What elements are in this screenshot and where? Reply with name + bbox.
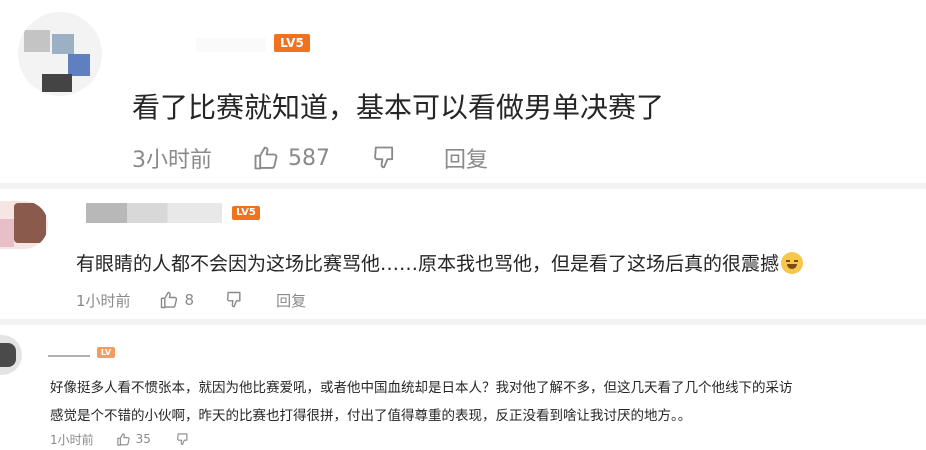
level-badge: LV5 <box>232 206 260 220</box>
timestamp: 1小时前 <box>76 291 131 310</box>
timestamp: 3小时前 <box>132 148 212 173</box>
avatar[interactable] <box>0 335 22 375</box>
thumbs-up-icon <box>160 291 177 309</box>
like-button[interactable]: 8 <box>159 290 195 310</box>
thumbs-down-icon <box>227 291 241 308</box>
avatar[interactable] <box>18 12 102 96</box>
dislike-button[interactable] <box>175 432 190 447</box>
thumbs-up-icon <box>254 146 278 170</box>
comment-text-line-1: 好像挺多人看不惯张本，就因为他比赛爱吼，或者他中国血统却是日本人？我对他了解不多… <box>50 380 793 396</box>
comment-text-line-2: 感觉是个不错的小伙啊，昨天的比赛也打得很拼，付出了值得尊重的表现，反正没看到啥让… <box>50 408 692 424</box>
comment-card-3: LV 好像挺多人看不惯张本，就因为他比赛爱吼，或者他中国血统却是日本人？我对他了… <box>0 325 926 450</box>
reply-button[interactable]: 回复 <box>444 142 488 174</box>
comment-meta: 3小时前 587 回复 <box>132 142 488 174</box>
crying-laughing-emoji-icon <box>781 251 804 274</box>
comment-meta: 1小时前 35 <box>50 430 190 448</box>
thumbs-down-icon <box>177 432 188 445</box>
comment-text: 看了比赛就知道，基本可以看做男单决赛了 <box>132 91 665 124</box>
dislike-button[interactable] <box>370 144 398 172</box>
like-count: 587 <box>288 145 330 171</box>
thumbs-up-icon <box>116 432 130 446</box>
timestamp: 1小时前 <box>50 432 94 447</box>
like-count: 8 <box>184 291 195 309</box>
username[interactable] <box>48 355 90 357</box>
comment-text: 有眼睛的人都不会因为这场比赛骂他……原本我也骂他，但是看了这场后真的很震撼 <box>76 249 804 276</box>
like-button[interactable]: 35 <box>116 432 151 447</box>
level-badge: LV <box>97 347 115 358</box>
username[interactable] <box>86 203 222 223</box>
avatar[interactable] <box>0 201 48 249</box>
dislike-button[interactable] <box>224 290 244 310</box>
comment-card-1: LV5 看了比赛就知道，基本可以看做男单决赛了 3小时前 587 回复 <box>0 0 926 183</box>
reply-button[interactable]: 回复 <box>276 290 306 311</box>
level-badge: LV5 <box>274 34 310 52</box>
thumbs-down-icon <box>374 146 394 169</box>
comment-card-2: LV5 有眼睛的人都不会因为这场比赛骂他……原本我也骂他，但是看了这场后真的很震… <box>0 189 926 319</box>
username[interactable] <box>196 38 266 52</box>
like-count: 35 <box>135 432 151 446</box>
like-button[interactable]: 587 <box>252 144 330 172</box>
comment-meta: 1小时前 8 回复 <box>76 289 306 311</box>
